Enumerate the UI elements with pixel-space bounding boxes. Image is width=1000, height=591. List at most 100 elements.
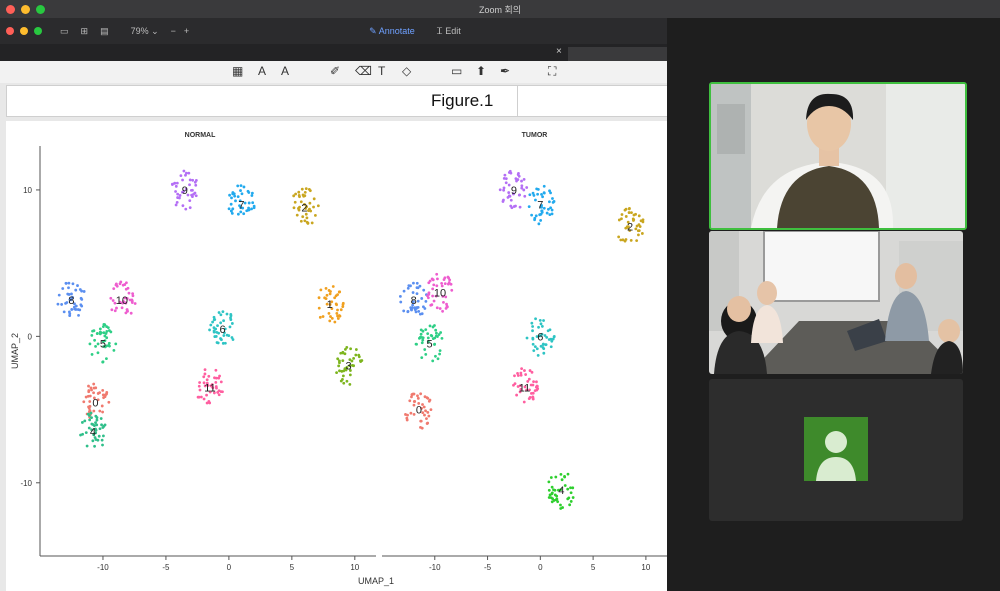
cluster-point xyxy=(101,389,105,392)
viewer-maximize-button[interactable] xyxy=(34,27,42,35)
cluster-point xyxy=(74,304,78,308)
stamp-icon[interactable]: ⬆ xyxy=(476,64,486,78)
cluster-point xyxy=(536,192,539,196)
cluster-label: 8 xyxy=(411,295,417,307)
cluster-point xyxy=(435,272,439,276)
cluster-point xyxy=(112,287,116,291)
active-tab[interactable] xyxy=(568,47,667,61)
cluster-point xyxy=(325,293,329,297)
sidebar-toggle-icon[interactable]: ▭ xyxy=(60,26,69,37)
cluster-point xyxy=(61,287,65,290)
cluster-point xyxy=(535,347,539,351)
tab-close-button[interactable]: × xyxy=(556,46,562,57)
text-icon[interactable]: T xyxy=(378,64,385,78)
x-tick-label: -10 xyxy=(429,563,441,572)
viewer-toolbar: ▭ ⊞ ▤ 79% ⌄ − + ✎ Annotate Ꮖ Edit xyxy=(0,18,667,44)
markup-toolbar: ▦ A A ✐ ⌫ T ◇ ▭ ⬆ ✒ ⛶ xyxy=(0,61,667,84)
y-tick-label: -10 xyxy=(20,479,32,488)
cluster-point xyxy=(440,282,444,285)
cluster-point xyxy=(634,212,637,216)
cluster-point xyxy=(108,344,111,348)
cluster-point xyxy=(566,472,570,476)
cluster-point xyxy=(101,426,105,429)
cluster-point xyxy=(89,411,93,415)
cluster-point xyxy=(129,311,133,315)
cluster-label: 7 xyxy=(537,200,543,212)
cluster-label: 8 xyxy=(68,295,74,307)
cluster-point xyxy=(411,291,415,294)
text-select-icon[interactable]: ▦ xyxy=(232,64,243,78)
cluster-point xyxy=(234,199,237,203)
x-tick-label: -5 xyxy=(484,563,492,572)
cluster-point xyxy=(517,174,521,178)
zoom-out-button[interactable]: − xyxy=(171,26,176,36)
cluster-point xyxy=(532,194,536,197)
text-style-icon[interactable]: A xyxy=(281,64,289,78)
pen-icon[interactable]: ✐ xyxy=(330,64,340,78)
note-icon[interactable]: ▭ xyxy=(451,64,462,78)
cluster-point xyxy=(519,371,523,375)
cluster-point xyxy=(426,410,430,414)
cluster-point xyxy=(92,391,95,395)
cluster-point xyxy=(236,184,240,188)
cluster-point xyxy=(448,278,452,282)
cluster-point xyxy=(319,288,323,292)
cluster-point xyxy=(542,347,546,351)
cluster-point xyxy=(90,334,94,337)
cluster-point xyxy=(422,305,425,309)
cluster-point xyxy=(303,190,307,194)
eraser-icon[interactable]: ⌫ xyxy=(355,64,372,78)
shape-icon[interactable]: ◇ xyxy=(402,64,411,78)
cluster-point xyxy=(420,312,424,316)
text-box-icon[interactable]: A xyxy=(258,64,266,78)
cluster-point xyxy=(242,212,246,216)
cluster-point xyxy=(105,357,108,360)
cluster-point xyxy=(433,342,437,346)
cluster-point xyxy=(624,238,628,241)
signature-icon[interactable]: ✒ xyxy=(500,64,510,78)
y-tick-label: 0 xyxy=(28,332,33,341)
cluster-point xyxy=(535,388,539,392)
participant-video-2[interactable] xyxy=(709,231,963,374)
cluster-point xyxy=(329,315,332,318)
cluster-point xyxy=(432,283,436,287)
grid-view-icon[interactable]: ⊞ xyxy=(81,26,89,37)
cluster-point xyxy=(112,348,116,352)
contact-sheet-icon[interactable]: ▤ xyxy=(100,26,109,37)
cluster-point xyxy=(131,294,135,298)
cluster-point xyxy=(502,186,506,190)
cluster-point xyxy=(215,341,219,344)
cluster-point xyxy=(105,325,108,328)
participant-video-1[interactable] xyxy=(709,82,967,230)
viewer-minimize-button[interactable] xyxy=(20,27,28,35)
meeting-room-video xyxy=(709,231,963,374)
cluster-point xyxy=(550,491,554,495)
cluster-point xyxy=(518,193,521,197)
cluster-point xyxy=(406,286,410,290)
cluster-point xyxy=(420,356,424,359)
cluster-point xyxy=(516,372,519,375)
edit-button[interactable]: Ꮖ Edit xyxy=(437,26,461,37)
cluster-point xyxy=(85,444,89,448)
zoom-level-select[interactable]: 79% ⌄ xyxy=(131,26,159,37)
header-divider xyxy=(517,86,518,116)
cluster-point xyxy=(527,377,531,381)
cluster-point xyxy=(217,389,221,393)
cluster-point xyxy=(438,307,442,310)
cluster-point xyxy=(202,375,206,379)
cluster-point xyxy=(524,373,528,376)
cluster-point xyxy=(100,423,103,427)
window-title: Zoom 회의 xyxy=(478,5,522,15)
fullscreen-icon[interactable]: ⛶ xyxy=(548,64,556,79)
cluster-point xyxy=(57,293,61,297)
cluster-point xyxy=(60,303,64,306)
participant-tile-3[interactable] xyxy=(709,379,963,521)
annotate-button[interactable]: ✎ Annotate xyxy=(369,26,415,37)
cluster-point xyxy=(548,493,552,497)
viewer-close-button[interactable] xyxy=(6,27,14,35)
zoom-in-button[interactable]: + xyxy=(184,26,189,36)
cluster-point xyxy=(321,315,325,318)
cluster-point xyxy=(531,336,535,340)
cluster-point xyxy=(215,330,219,334)
cluster-point xyxy=(339,308,343,312)
